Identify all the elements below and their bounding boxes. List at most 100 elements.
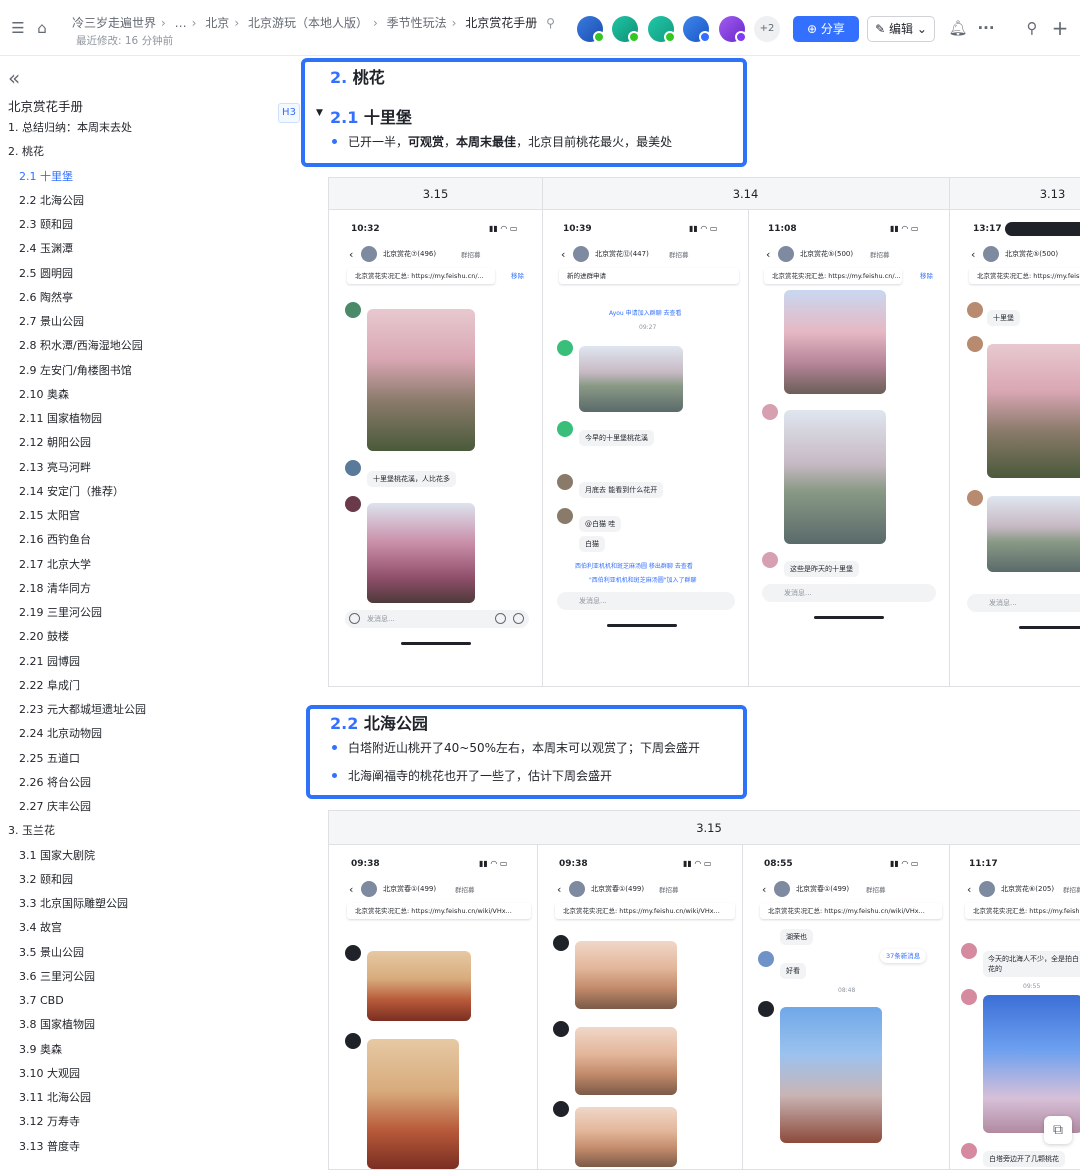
collaborator-avatar[interactable] — [612, 16, 640, 43]
outline-item[interactable]: 3.12 万寿寺 — [0, 1110, 300, 1134]
user-avatar — [345, 460, 361, 476]
outline-item[interactable]: 2.13 亮马河畔 — [0, 456, 300, 480]
outline-item[interactable]: 2.14 安定门（推荐） — [0, 480, 300, 504]
subsection-heading: 2.2 北海公园 — [330, 714, 428, 733]
group-name: 北京赏花⑤(500) — [800, 250, 854, 258]
breadcrumb-item[interactable]: 季节性玩法 — [387, 16, 447, 30]
bell-icon[interactable]: 🔔︎ — [948, 18, 968, 38]
blossom-photo — [575, 1107, 677, 1167]
outline-item[interactable]: 3.10 大观园 — [0, 1062, 300, 1086]
outline-item[interactable]: 3.5 景山公园 — [0, 941, 300, 965]
outline-item[interactable]: 2.5 圆明园 — [0, 262, 300, 286]
outline-item[interactable]: 2.2 北海公园 — [0, 189, 300, 213]
home-icon[interactable]: ⌂ — [32, 18, 52, 38]
outline-item[interactable]: 3.9 奥森 — [0, 1038, 300, 1062]
outline-item[interactable]: 2.22 阜成门 — [0, 674, 300, 698]
collaborator-avatar[interactable] — [683, 16, 711, 43]
outline-item[interactable]: 1. 总结归纳：本周末去处 — [0, 116, 300, 140]
outline-item[interactable]: 3.11 北海公园 — [0, 1086, 300, 1110]
outline-item[interactable]: 3.3 北京国际雕塑公园 — [0, 892, 300, 916]
outline-item[interactable]: 2.9 左安门/角楼图书馆 — [0, 359, 300, 383]
collaborator-avatar[interactable] — [719, 16, 747, 43]
collapse-outline-icon[interactable]: « — [8, 68, 20, 88]
search-icon[interactable]: ⚲ — [1022, 18, 1042, 38]
outline-item[interactable]: 2.25 五道口 — [0, 747, 300, 771]
more-collaborators[interactable]: +2 — [754, 16, 780, 42]
breadcrumb-current[interactable]: 北京赏花手册 — [465, 16, 537, 30]
time-divider: 09:55 — [1023, 983, 1041, 990]
breadcrumb-item[interactable]: 冷三岁走遍世界 — [72, 16, 156, 30]
outline-item[interactable]: 2.27 庆丰公园 — [0, 795, 300, 819]
heading-level-tag[interactable]: H3 — [278, 103, 300, 123]
phone-time: 11:08 — [768, 224, 797, 234]
outline-item[interactable]: 2.23 元大都城垣遗址公园 — [0, 698, 300, 722]
outline-item[interactable]: 2.11 国家植物园 — [0, 407, 300, 431]
outline-item[interactable]: 3.6 三里河公园 — [0, 965, 300, 989]
cherry-blossom-photo — [784, 290, 886, 394]
outline-sidebar: « 北京赏花手册 1. 总结归纳：本周末去处 2. 桃花 2.1 十里堡 2.2 北海… — [0, 56, 300, 1164]
column-divider — [542, 178, 543, 686]
outline-item[interactable]: 2.7 景山公园 — [0, 310, 300, 334]
outline-item[interactable]: 2.26 将台公园 — [0, 771, 300, 795]
breadcrumb-item[interactable]: … — [175, 16, 187, 30]
group-name: 北京赏春①(499) — [383, 885, 437, 893]
message-text: 今早的十里堡桃花溪 — [579, 430, 654, 446]
outline-item[interactable]: 3.1 国家大剧院 — [0, 844, 300, 868]
more-icon[interactable]: ··· — [976, 18, 996, 38]
group-recruit: 群招募 — [669, 251, 689, 259]
outline-item[interactable]: 3.4 故宫 — [0, 916, 300, 940]
outline-item[interactable]: 2.8 积水潭/西海湿地公园 — [0, 334, 300, 358]
message-text: @白猫 哇 — [579, 516, 622, 532]
outline-item[interactable]: 3.13 普度寺 — [0, 1135, 300, 1159]
outline-item[interactable]: 2.15 太阳宫 — [0, 504, 300, 528]
emoji-icon — [495, 613, 506, 624]
pin-icon[interactable]: ⚲ — [546, 16, 555, 30]
collaborator-avatar[interactable] — [577, 16, 605, 43]
blossom-photo — [575, 1027, 677, 1095]
add-icon[interactable]: + — [1050, 18, 1070, 38]
outline-doc-title[interactable]: 北京赏花手册 — [8, 96, 83, 115]
outline-item[interactable]: 2.6 陶然亭 — [0, 286, 300, 310]
outline-item[interactable]: 2.21 园博园 — [0, 650, 300, 674]
table-header-cell: 3.15 — [329, 811, 1080, 845]
outline-item[interactable]: 2.17 北京大学 — [0, 553, 300, 577]
outline-item[interactable]: 2.19 三里河公园 — [0, 601, 300, 625]
chat-screenshot: 10:39 ▮▮ ◠ ▭ ‹ 北京赏花⑫(447) 群招募 新的进群申请 Ayo… — [551, 218, 741, 638]
status-icons: ▮▮ ◠ ▭ — [890, 859, 919, 868]
outline-item[interactable]: 2.16 西钓鱼台 — [0, 528, 300, 552]
collaborator-avatar[interactable] — [648, 16, 676, 43]
group-avatar — [361, 246, 377, 262]
outline-item[interactable]: 2.4 玉渊潭 — [0, 237, 300, 261]
share-button[interactable]: ⊕ 分享 — [793, 16, 859, 42]
collapse-triangle-icon[interactable]: ▼ — [316, 108, 323, 118]
outline-item[interactable]: 3.7 CBD — [0, 989, 300, 1013]
outline-item[interactable]: 3. 玉兰花 — [0, 819, 300, 843]
chat-screenshot: 08:55 ▮▮ ◠ ▭ ‹ 北京赏春①(499) 群招募 北京赏花实况汇总: … — [752, 853, 942, 1169]
user-avatar — [967, 302, 983, 318]
back-icon: ‹ — [561, 248, 566, 261]
breadcrumb-item[interactable]: 北京 — [205, 16, 229, 30]
new-messages-pill: 37条新消息 — [880, 949, 927, 963]
outline-item[interactable]: 3.8 国家植物园 — [0, 1013, 300, 1037]
phone-time: 11:17 — [969, 859, 998, 869]
breadcrumb-item[interactable]: 北京游玩（本地人版） — [248, 16, 368, 30]
outline-item[interactable]: 2.24 北京动物园 — [0, 722, 300, 746]
temple-gate-photo — [367, 1039, 459, 1169]
outline-item[interactable]: 2.1 十里堡 — [0, 165, 300, 189]
home-indicator — [401, 642, 471, 645]
outline-item[interactable]: 2.18 清华同方 — [0, 577, 300, 601]
edit-button[interactable]: ✎ 编辑 ⌄ — [867, 16, 935, 42]
sidebar-toggle-icon[interactable]: ☰ — [8, 18, 28, 38]
pinned-link: 北京赏花实况汇总: https://my.feishu.cn/wiki/VHx.… — [347, 903, 531, 919]
copy-icon[interactable]: ⧉ — [1044, 1116, 1072, 1144]
outline-item[interactable]: 3.2 颐和园 — [0, 868, 300, 892]
outline-item[interactable]: 2. 桃花 — [0, 140, 300, 164]
outline-item[interactable]: 2.20 鼓楼 — [0, 625, 300, 649]
screenshot-table: 3.15 09:38 ▮▮ ◠ ▭ ‹ 北京赏春①(499) 群招募 北京赏花实… — [328, 810, 1080, 1170]
outline-item[interactable]: 2.3 颐和园 — [0, 213, 300, 237]
outline-item[interactable]: 2.12 朝阳公园 — [0, 431, 300, 455]
outline-item[interactable]: 2.10 奥森 — [0, 383, 300, 407]
message-text: 好看 — [780, 963, 806, 979]
message-text: 月底去 能看到什么花开 — [579, 482, 664, 498]
user-avatar — [345, 302, 361, 318]
